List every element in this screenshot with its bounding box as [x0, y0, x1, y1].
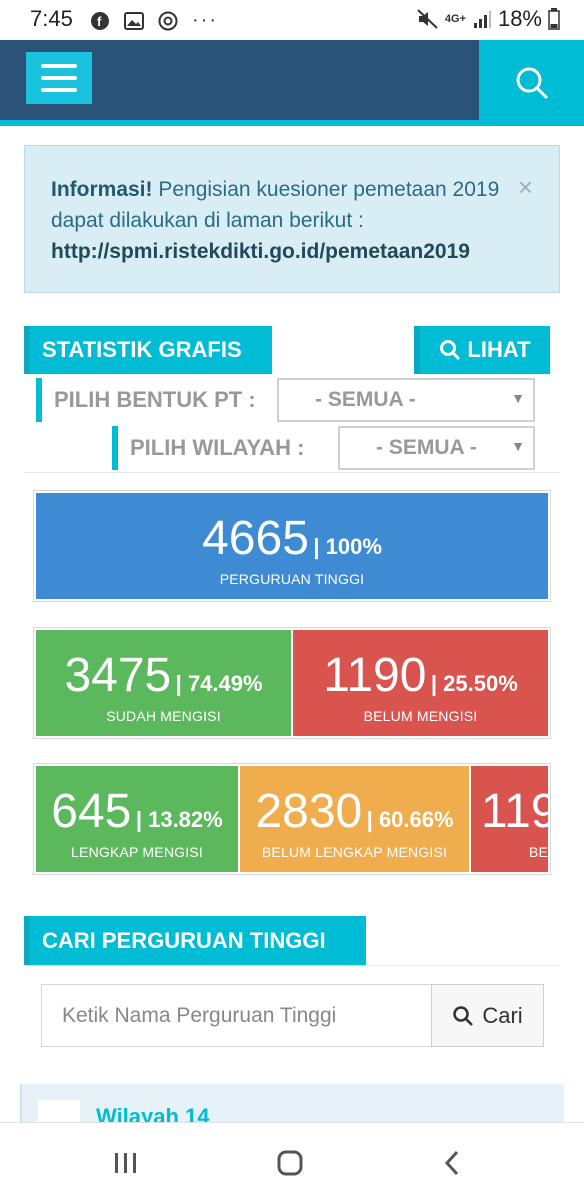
bentuk-pt-text: PILIH BENTUK PT : — [54, 387, 256, 412]
section-divider — [24, 965, 560, 966]
cari-pt-label: CARI PERGURUAN TINGGI — [42, 928, 326, 953]
alert-link[interactable]: http://spmi.ristekdikti.go.id/pemetaan20… — [51, 240, 470, 263]
menu-icon-bar — [41, 64, 77, 68]
bentuk-pt-label: PILIH BENTUK PT : — [36, 378, 272, 422]
search-input[interactable] — [41, 984, 432, 1047]
chevron-down-icon: ▼ — [511, 390, 525, 406]
stat-belum-label: BELUM MENGISI — [363, 708, 478, 724]
wilayah-text: PILIH WILAYAH : — [130, 435, 305, 460]
cari-button[interactable]: Cari — [431, 984, 544, 1047]
lihat-button[interactable]: LIHAT — [414, 326, 550, 374]
svg-text:f: f — [97, 14, 102, 29]
stat-belum-lengkap[interactable]: 2830 | 60.66% BELUM LENGKAP MENGISI — [240, 766, 469, 872]
wilayah-label: PILIH WILAYAH : — [112, 426, 336, 470]
gallery-icon — [124, 11, 144, 30]
hamburger-menu-button[interactable] — [26, 52, 92, 104]
recent-apps-button[interactable] — [106, 1147, 146, 1179]
cari-pt-title: CARI PERGURUAN TINGGI — [24, 916, 366, 966]
search-icon — [453, 1005, 474, 1026]
section-divider — [24, 472, 560, 473]
status-notification-icons: f ··· — [90, 9, 218, 32]
stat-belum-lengkap-percent: | 60.66% — [366, 807, 454, 832]
stat-belum-lengkap-number: 2830 — [255, 785, 363, 838]
wilayah-select[interactable]: - SEMUA - ▼ — [338, 426, 535, 470]
facebook-icon: f — [91, 11, 109, 30]
stat-total-label: PERGURUAN TINGGI — [219, 571, 365, 587]
bentuk-pt-select[interactable]: - SEMUA - ▼ — [277, 378, 535, 422]
menu-icon-bar — [41, 88, 77, 92]
back-button[interactable] — [432, 1147, 472, 1179]
stat-belum-number: 1190 — [323, 649, 427, 702]
stat-lengkap-label: LENGKAP MENGISI — [71, 844, 203, 860]
stat-belum-percent: | 25.50% — [430, 671, 518, 696]
chrome-icon — [158, 11, 178, 30]
statistik-grafis-label: STATISTIK GRAFIS — [42, 337, 242, 362]
stat-sudah-mengisi[interactable]: 3475 | 74.49% SUDAH MENGISI — [36, 630, 291, 736]
stat-total-number: 4665 — [202, 512, 309, 565]
stat-belum-lengkap-label: BELUM LENGKAP MENGISI — [261, 844, 448, 860]
home-icon — [277, 1150, 303, 1176]
signal-icon — [473, 11, 491, 28]
stat-total-percent: | 100% — [313, 534, 382, 559]
stat-cut-number: 119 — [481, 785, 548, 838]
status-bar: 7:45 f ··· 4G+ 18% — [0, 0, 584, 40]
chevron-down-icon: ▼ — [511, 438, 525, 454]
info-alert: Informasi! Pengisian kuesioner pemetaan … — [24, 145, 560, 293]
stat-lengkap-mengisi[interactable]: 645 | 13.82% LENGKAP MENGISI — [36, 766, 238, 872]
network-type-icon: 4G+ — [444, 13, 466, 25]
stat-lengkap-percent: | 13.82% — [135, 807, 223, 832]
header-search-button[interactable] — [479, 40, 584, 126]
search-icon — [516, 67, 548, 100]
search-icon — [440, 340, 461, 361]
system-nav-bar — [0, 1122, 584, 1200]
battery-icon — [548, 8, 560, 30]
back-icon — [444, 1150, 459, 1176]
stat-cut-label: BE — [529, 844, 548, 860]
home-button[interactable] — [270, 1147, 310, 1179]
cari-label: Cari — [482, 1002, 523, 1028]
wilayah-value: - SEMUA - — [376, 436, 477, 459]
recent-apps-icon — [115, 1153, 136, 1173]
alert-text: Informasi! Pengisian kuesioner pemetaan … — [51, 174, 521, 267]
lihat-label: LIHAT — [467, 337, 531, 362]
more-notifications-icon: ··· — [192, 9, 218, 31]
battery-percent: 18% — [497, 6, 542, 31]
stat-sudah-percent: | 74.49% — [175, 671, 263, 696]
stat-belum-mengisi[interactable]: 1190 | 25.50% BELUM MENGISI — [293, 630, 548, 736]
menu-icon-bar — [41, 76, 77, 80]
stat-sudah-label: SUDAH MENGISI — [106, 708, 221, 724]
mute-icon — [417, 9, 438, 29]
stat-sudah-number: 3475 — [64, 649, 172, 702]
status-system-icons: 4G+ 18% — [417, 6, 560, 32]
stat-cut-off-box[interactable]: 119 BE — [471, 766, 548, 872]
close-icon[interactable]: × — [518, 172, 533, 203]
bentuk-pt-value: - SEMUA - — [315, 388, 416, 411]
status-time: 7:45 — [30, 6, 73, 31]
statistik-grafis-title: STATISTIK GRAFIS — [24, 326, 272, 374]
stat-total[interactable]: 4665 | 100% PERGURUAN TINGGI — [36, 493, 548, 599]
stat-lengkap-number: 645 — [51, 785, 132, 838]
alert-strong: Informasi! — [51, 178, 153, 201]
